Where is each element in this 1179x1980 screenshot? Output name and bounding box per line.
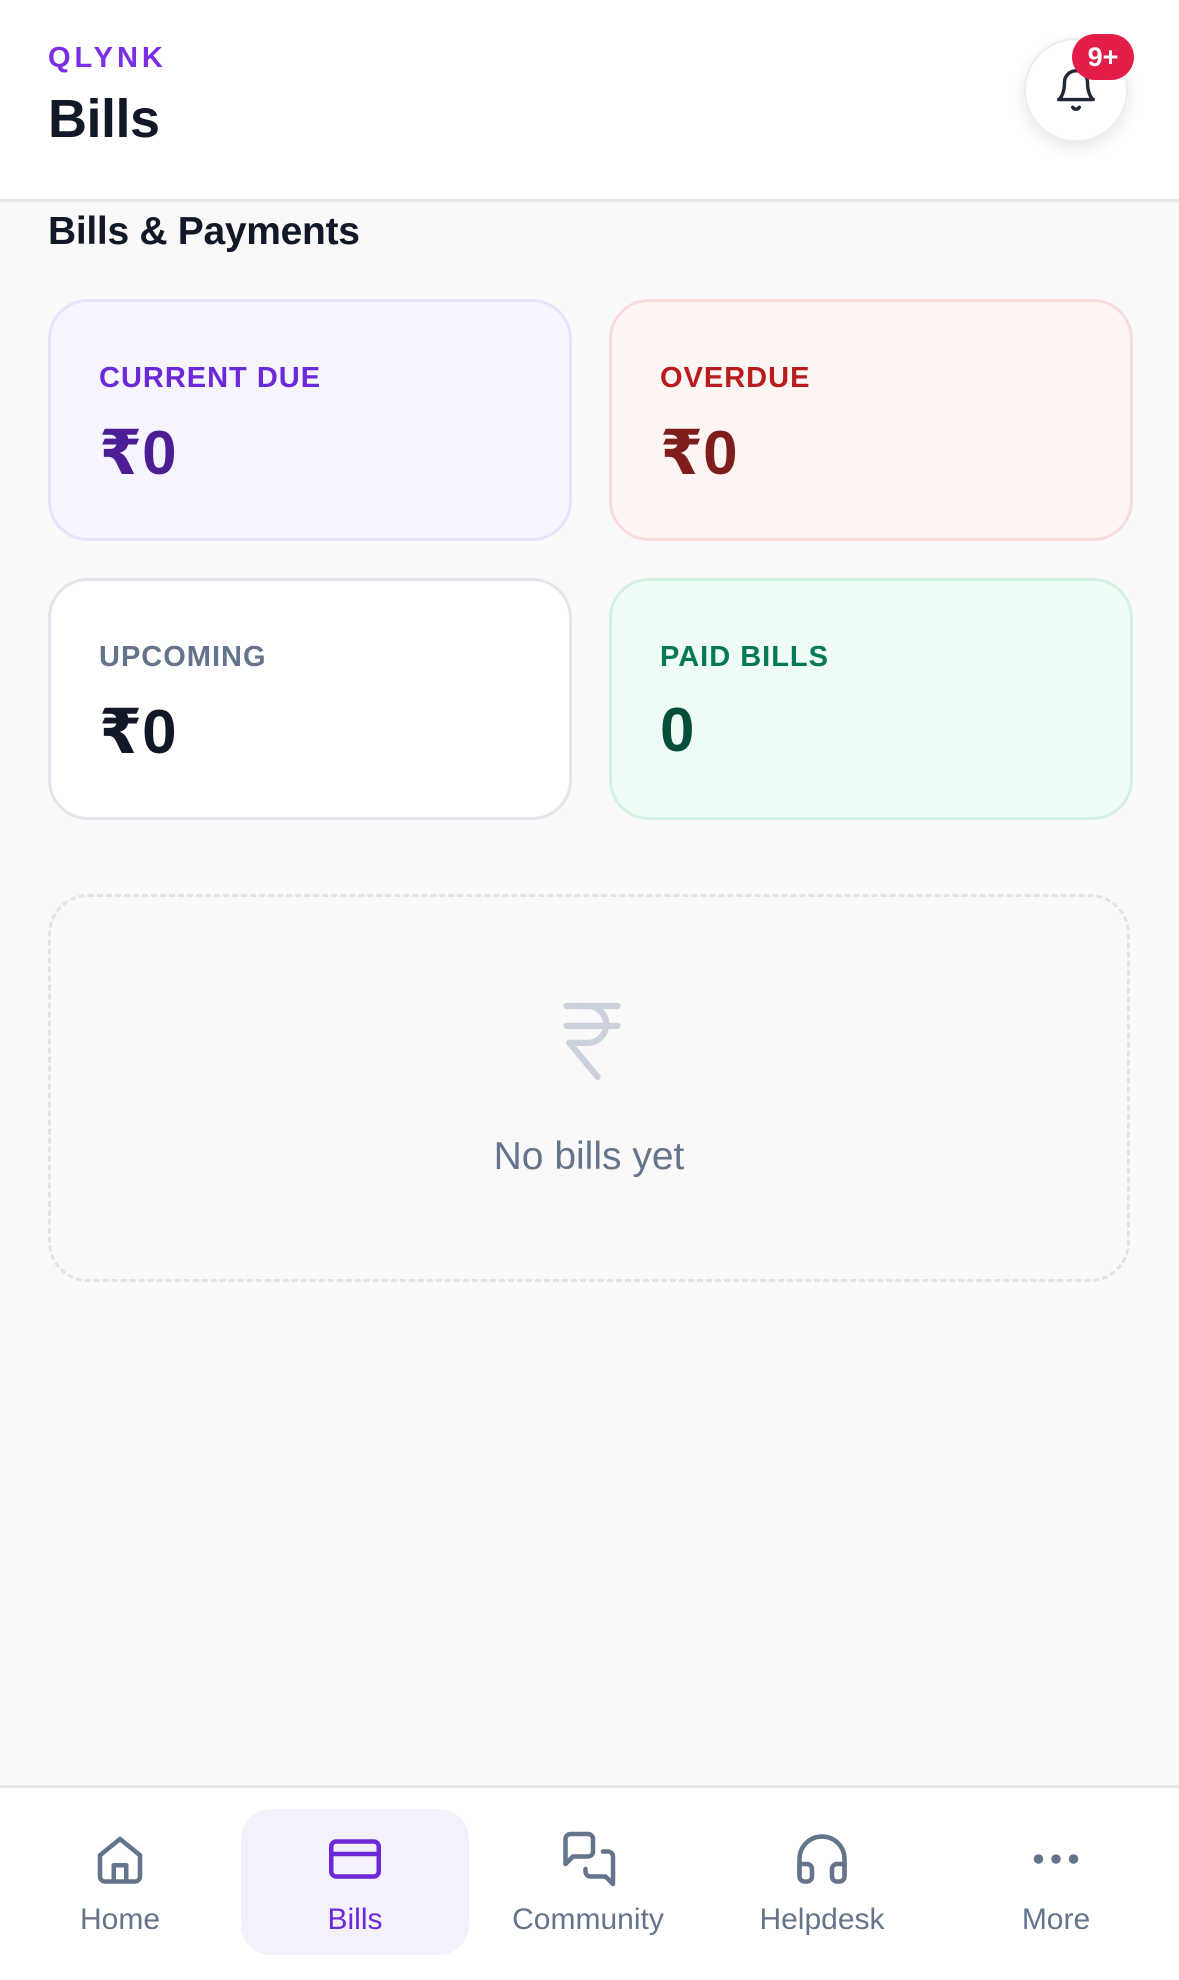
headphones-icon — [797, 1834, 847, 1884]
nav-item-bills[interactable]: Bills — [241, 1809, 469, 1955]
upcoming-label: UPCOMING — [99, 641, 267, 673]
nav-item-community[interactable]: Community — [474, 1809, 702, 1955]
upcoming-card[interactable]: UPCOMING ₹0 — [48, 578, 572, 820]
page-title: Bills — [48, 89, 160, 149]
rupee-icon — [563, 1002, 621, 1080]
home-icon — [97, 1836, 143, 1884]
chat-bubbles-icon — [563, 1831, 616, 1887]
current-due-card[interactable]: CURRENT DUE ₹0 — [48, 299, 572, 541]
paid-bills-value: 0 — [660, 696, 695, 765]
empty-state: No bills yet — [48, 894, 1130, 1282]
empty-state-text: No bills yet — [493, 1135, 685, 1178]
nav-label-community: Community — [512, 1903, 664, 1936]
nav-item-more[interactable]: More — [942, 1809, 1170, 1955]
nav-item-helpdesk[interactable]: Helpdesk — [708, 1809, 936, 1955]
bottom-nav: Home Bills Community Helpdesk More — [0, 1785, 1179, 1980]
current-due-label: CURRENT DUE — [99, 362, 322, 394]
credit-card-icon — [329, 1839, 381, 1879]
nav-label-home: Home — [79, 1903, 161, 1936]
brand-name: QLYNK — [48, 42, 167, 74]
more-dots-icon — [1033, 1854, 1079, 1864]
paid-bills-card[interactable]: PAID BILLS 0 — [609, 578, 1133, 820]
notification-count-badge: 9+ — [1072, 34, 1134, 80]
overdue-value: ₹0 — [660, 419, 738, 488]
nav-label-helpdesk: Helpdesk — [759, 1903, 885, 1936]
paid-bills-label: PAID BILLS — [660, 641, 829, 673]
overdue-card[interactable]: OVERDUE ₹0 — [609, 299, 1133, 541]
overdue-label: OVERDUE — [660, 362, 811, 394]
current-due-value: ₹0 — [99, 419, 177, 488]
nav-label-more: More — [1021, 1903, 1091, 1936]
nav-item-home[interactable]: Home — [6, 1809, 234, 1955]
upcoming-value: ₹0 — [99, 698, 177, 767]
nav-label-bills: Bills — [327, 1903, 383, 1936]
app-root: QLYNK Bills 9+ Bills & Payments CURRENT … — [0, 0, 1179, 1980]
section-title: Bills & Payments — [48, 210, 360, 253]
top-header: QLYNK Bills 9+ — [0, 0, 1179, 202]
